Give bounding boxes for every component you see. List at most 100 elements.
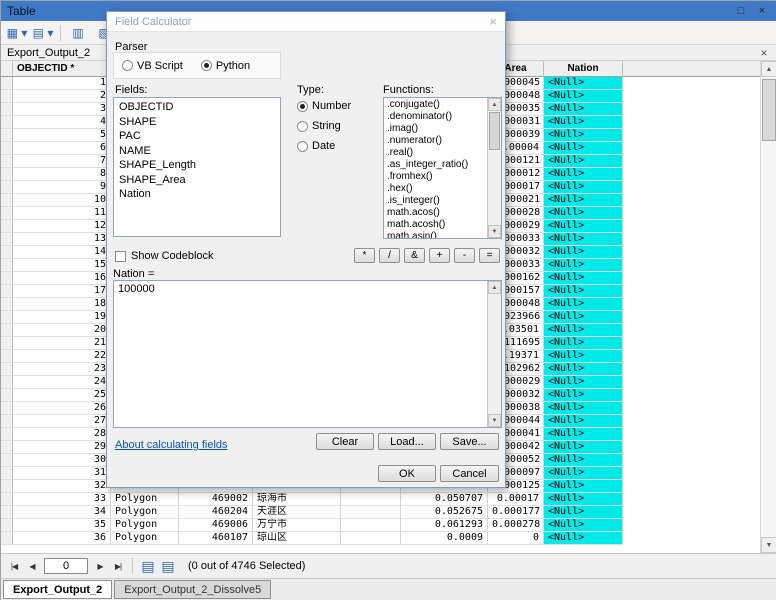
operator-button-[interactable]: * <box>354 248 375 263</box>
cell-nation[interactable]: <Null> <box>544 519 623 532</box>
row-selector[interactable] <box>1 155 13 168</box>
cell-objectid[interactable]: 20 <box>13 324 111 337</box>
cell-objectid[interactable]: 16 <box>13 272 111 285</box>
cell-shape[interactable]: Polygon <box>111 506 179 519</box>
row-selector[interactable] <box>1 90 13 103</box>
cell-pac[interactable]: 460204 <box>179 506 253 519</box>
column-header-nation[interactable]: Nation <box>544 61 623 77</box>
function-item[interactable]: .conjugate() <box>384 99 487 111</box>
cell-nation[interactable]: <Null> <box>544 194 623 207</box>
row-selector[interactable] <box>1 428 13 441</box>
parser-option-python[interactable]: Python <box>201 60 250 72</box>
row-selector[interactable] <box>1 142 13 155</box>
cell-objectid[interactable]: 34 <box>13 506 111 519</box>
cell-nation[interactable]: <Null> <box>544 402 623 415</box>
cell-nation[interactable]: <Null> <box>544 467 623 480</box>
cell-nation[interactable]: <Null> <box>544 220 623 233</box>
cell-area[interactable]: 0.000278 <box>488 519 544 532</box>
cell-shape[interactable]: Polygon <box>111 532 179 545</box>
field-item-objectid[interactable]: OBJECTID <box>114 100 280 115</box>
cell-objectid[interactable]: 10 <box>13 194 111 207</box>
type-option-number[interactable]: Number <box>297 100 351 112</box>
dialog-titlebar[interactable]: Field Calculator × <box>107 12 505 32</box>
cell-objectid[interactable]: 32 <box>13 480 111 493</box>
cell-objectid[interactable]: 15 <box>13 259 111 272</box>
cell-area[interactable]: 0.00017 <box>488 493 544 506</box>
cell-nation[interactable]: <Null> <box>544 337 623 350</box>
cell-nation[interactable]: <Null> <box>544 389 623 402</box>
cell-objectid[interactable]: 28 <box>13 428 111 441</box>
cell-nation[interactable]: <Null> <box>544 298 623 311</box>
cell-nation[interactable]: <Null> <box>544 129 623 142</box>
row-selector[interactable] <box>1 480 13 493</box>
row-selector[interactable] <box>1 77 13 90</box>
about-calculating-fields-link[interactable]: About calculating fields <box>115 439 228 451</box>
column-header-objectid[interactable]: OBJECTID * <box>13 61 111 77</box>
cell-objectid[interactable]: 26 <box>13 402 111 415</box>
show-selected-records-icon[interactable]: ▤ <box>158 557 178 575</box>
related-tables-button[interactable]: ▤ ▾ <box>31 23 55 43</box>
functions-scroll-thumb[interactable] <box>489 112 500 150</box>
parser-option-vb-script[interactable]: VB Script <box>122 60 183 72</box>
cell-nation[interactable]: <Null> <box>544 155 623 168</box>
function-item[interactable]: math.acos() <box>384 207 487 219</box>
cell-shape-length[interactable] <box>341 506 401 519</box>
cell-nation[interactable]: <Null> <box>544 103 623 116</box>
row-selector[interactable] <box>1 220 13 233</box>
row-selector[interactable] <box>1 376 13 389</box>
row-selector[interactable] <box>1 506 13 519</box>
field-item-name[interactable]: NAME <box>114 144 280 159</box>
save-button[interactable]: Save... <box>440 433 499 450</box>
scrollbar-thumb[interactable] <box>762 79 776 141</box>
cell-nation[interactable]: <Null> <box>544 233 623 246</box>
field-item-shape-length[interactable]: SHAPE_Length <box>114 158 280 173</box>
table-options-button[interactable]: ▦ ▾ <box>5 23 29 43</box>
cell-nation[interactable]: <Null> <box>544 181 623 194</box>
cell-objectid[interactable]: 31 <box>13 467 111 480</box>
cell-objectid[interactable]: 17 <box>13 285 111 298</box>
row-selector[interactable] <box>1 532 13 545</box>
cell-objectid[interactable]: 11 <box>13 207 111 220</box>
cell-objectid[interactable]: 12 <box>13 220 111 233</box>
record-number-input[interactable] <box>44 558 88 574</box>
row-selector[interactable] <box>1 168 13 181</box>
cell-nation[interactable]: <Null> <box>544 285 623 298</box>
field-item-pac[interactable]: PAC <box>114 129 280 144</box>
cell-pac[interactable]: 469006 <box>179 519 253 532</box>
row-selector[interactable] <box>1 298 13 311</box>
dialog-close-button[interactable]: × <box>489 14 497 29</box>
row-selector[interactable] <box>1 103 13 116</box>
row-selector[interactable] <box>1 337 13 350</box>
row-selector[interactable] <box>1 363 13 376</box>
clear-button[interactable]: Clear <box>316 433 374 450</box>
function-item[interactable]: .fromhex() <box>384 171 487 183</box>
cell-name[interactable]: 琼海市 <box>253 493 341 506</box>
cell-nation[interactable]: <Null> <box>544 415 623 428</box>
row-selector[interactable] <box>1 233 13 246</box>
row-selector[interactable] <box>1 194 13 207</box>
row-selector[interactable] <box>1 246 13 259</box>
cell-name[interactable]: 万宁市 <box>253 519 341 532</box>
cell-shape-length[interactable] <box>341 532 401 545</box>
row-selector[interactable] <box>1 519 13 532</box>
cell-pac[interactable]: 460107 <box>179 532 253 545</box>
row-selector[interactable] <box>1 467 13 480</box>
function-item[interactable]: math.acosh() <box>384 219 487 231</box>
cell-nation[interactable]: <Null> <box>544 493 623 506</box>
row-selector[interactable] <box>1 259 13 272</box>
operator-button-[interactable]: + <box>429 248 450 263</box>
cell-objectid[interactable]: 25 <box>13 389 111 402</box>
cell-name[interactable]: 琼山区 <box>253 532 341 545</box>
row-selector[interactable] <box>1 207 13 220</box>
row-selector[interactable] <box>1 311 13 324</box>
cell-shape[interactable]: Polygon <box>111 519 179 532</box>
row-selector[interactable] <box>1 402 13 415</box>
last-record-button[interactable]: ▶| <box>109 558 127 574</box>
row-selector[interactable] <box>1 181 13 194</box>
cell-nation[interactable]: <Null> <box>544 480 623 493</box>
cell-nation[interactable]: <Null> <box>544 376 623 389</box>
show-all-records-icon[interactable]: ▤ <box>138 557 158 575</box>
cell-objectid[interactable]: 7 <box>13 155 111 168</box>
cell-objectid[interactable]: 21 <box>13 337 111 350</box>
cell-objectid[interactable]: 29 <box>13 441 111 454</box>
